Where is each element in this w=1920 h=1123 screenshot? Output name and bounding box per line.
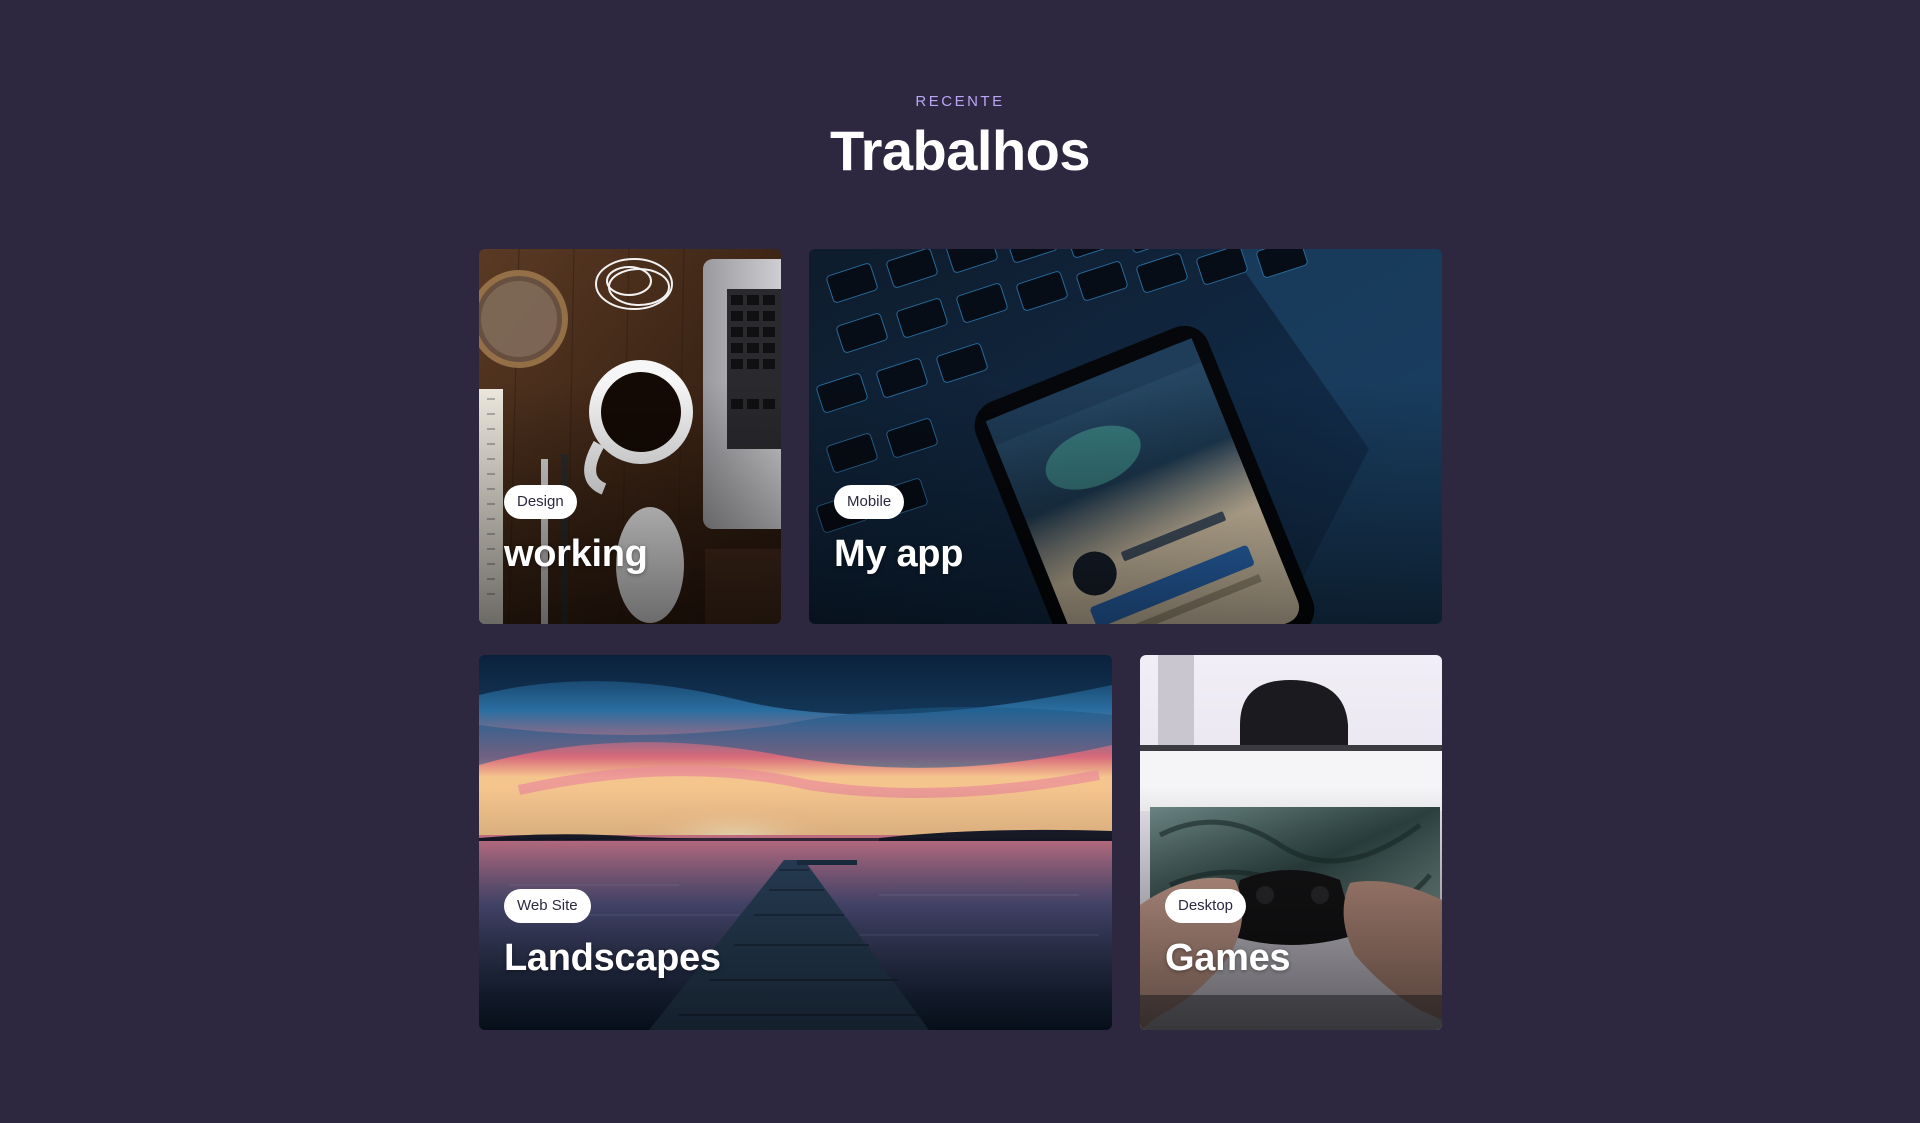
project-title: working bbox=[504, 533, 648, 575]
project-tag: Desktop bbox=[1165, 889, 1247, 923]
project-card-my-app[interactable]: Mobile My app bbox=[809, 249, 1442, 624]
project-tag: Design bbox=[504, 485, 577, 519]
project-tag: Mobile bbox=[834, 485, 905, 519]
project-title: My app bbox=[834, 533, 964, 575]
section-eyebrow: RECENTE bbox=[915, 93, 1005, 110]
project-card-working[interactable]: Design working bbox=[479, 249, 781, 624]
project-card-games[interactable]: Desktop Games bbox=[1140, 655, 1442, 1030]
projects-grid: Design working Mobile My app Web Site La… bbox=[479, 249, 1442, 1030]
project-title: Games bbox=[1165, 937, 1291, 979]
section-title: Trabalhos bbox=[829, 119, 1091, 182]
works-section: RECENTE Trabalhos Design working Mobile … bbox=[0, 0, 1920, 1123]
project-title: Landscapes bbox=[504, 937, 721, 979]
project-card-landscapes[interactable]: Web Site Landscapes bbox=[479, 655, 1112, 1030]
project-tag: Web Site bbox=[504, 889, 591, 923]
